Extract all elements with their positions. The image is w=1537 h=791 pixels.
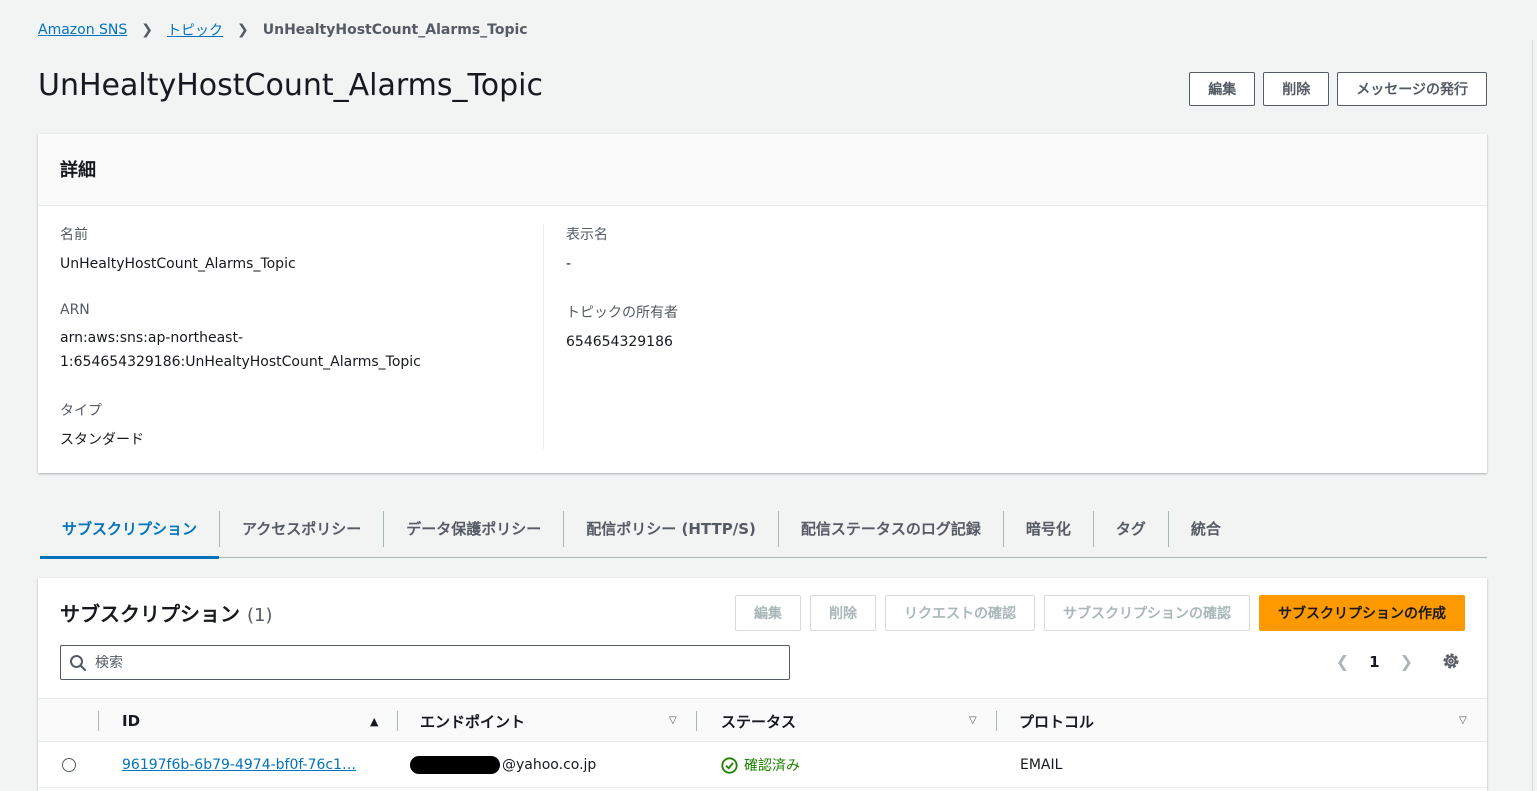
endpoint-value: @yahoo.co.jp [502,757,597,773]
owner-value: 654654329186 [566,334,673,350]
chevron-right-icon: ❯ [237,22,249,38]
arn-value-line1: arn:aws:sns:ap-northeast- [60,330,243,346]
tab-bar: サブスクリプション アクセスポリシー データ保護ポリシー 配信ポリシー (HTT… [40,500,1487,559]
tab-delivery-status-logging[interactable]: 配信ステータスのログ記録 [779,510,1004,547]
row-select-radio[interactable] [62,758,76,772]
column-separator [996,711,997,731]
sort-down-icon[interactable]: ▽ [669,715,677,726]
details-panel: 詳細 名前 UnHealtyHostCount_Alarms_Topic ARN… [38,134,1487,473]
column-divider [543,224,544,449]
table-header: ID ▲ エンドポイント ▽ ステータス ▽ プロトコル ▽ [38,698,1487,742]
name-label: 名前 [60,227,88,243]
search-input[interactable] [95,654,789,671]
tab-access-policy[interactable]: アクセスポリシー [219,510,385,547]
display-name-label: 表示名 [566,227,608,243]
search-field[interactable] [60,645,790,680]
tab-subscriptions[interactable]: サブスクリプション [40,511,220,559]
subscriptions-panel: サブスクリプション (1) 編集 削除 リクエストの確認 サブスクリプションの確… [38,578,1487,791]
tab-integrations[interactable]: 統合 [1169,511,1243,547]
subscriptions-count: (1) [246,605,273,626]
column-separator [397,711,398,731]
subscriptions-title: サブスクリプション (1) [60,598,272,627]
name-value: UnHealtyHostCount_Alarms_Topic [60,256,296,272]
chevron-right-icon: ❯ [141,22,154,38]
column-header-endpoint[interactable]: エンドポイント [420,699,525,743]
previous-page-icon[interactable]: ❮ [1336,652,1349,671]
page-edge [1532,40,1533,791]
sort-ascending-icon[interactable]: ▲ [370,715,378,728]
pagination: ❮ 1 ❯ [1336,652,1413,671]
protocol-value: EMAIL [1020,757,1063,773]
confirm-subscription-button[interactable]: サブスクリプションの確認 [1044,595,1250,631]
arn-value-line2: 1:654654329186:UnHealtyHostCount_Alarms_… [60,354,421,370]
subscriptions-title-text: サブスクリプション [60,602,240,626]
redacted-block [410,756,500,774]
search-icon [70,654,87,671]
subscription-id-link[interactable]: 96197f6b-6b79-4974-bf0f-76c1… [122,742,356,788]
tab-data-protection-policy[interactable]: データ保護ポリシー [384,510,565,547]
breadcrumb-amazon-sns[interactable]: Amazon SNS [38,22,127,38]
check-circle-icon [721,756,738,774]
breadcrumb: Amazon SNS ❯ トピック ❯ UnHealtyHostCount_Al… [38,20,528,40]
publish-message-button[interactable]: メッセージの発行 [1337,72,1487,106]
delete-button[interactable]: 削除 [1263,72,1330,106]
breadcrumb-topics[interactable]: トピック [167,20,223,40]
header-actions: 編集 削除 メッセージの発行 [1189,72,1487,106]
breadcrumb-current: UnHealtyHostCount_Alarms_Topic [262,22,528,38]
next-page-icon[interactable]: ❯ [1400,652,1413,671]
tab-delivery-policy[interactable]: 配信ポリシー (HTTP/S) [564,510,779,547]
subscription-edit-button[interactable]: 編集 [735,595,801,631]
create-subscription-button[interactable]: サブスクリプションの作成 [1259,595,1465,631]
current-page[interactable]: 1 [1369,653,1379,671]
request-confirmation-button[interactable]: リクエストの確認 [885,595,1035,631]
owner-label: トピックの所有者 [566,305,678,321]
subscription-delete-button[interactable]: 削除 [810,595,876,631]
settings-gear-icon[interactable] [1441,651,1461,675]
endpoint-cell: @yahoo.co.jp [410,742,596,788]
status-value: 確認済み [744,758,800,774]
column-header-protocol[interactable]: プロトコル [1019,699,1094,743]
details-title: 詳細 [38,134,1487,206]
display-name-value: - [566,256,572,272]
tab-tags[interactable]: タグ [1094,510,1169,547]
type-value: スタンダード [60,432,144,448]
status-cell: 確認済み [721,742,800,788]
arn-label: ARN [60,302,90,318]
edit-button[interactable]: 編集 [1189,72,1256,106]
column-header-id[interactable]: ID [122,699,140,743]
tab-encryption[interactable]: 暗号化 [1004,510,1094,547]
column-separator [98,711,99,731]
sort-down-icon[interactable]: ▽ [1459,715,1467,726]
subscriptions-actions: 編集 削除 リクエストの確認 サブスクリプションの確認 サブスクリプションの作成 [735,595,1465,631]
column-separator [696,711,697,731]
sort-down-icon[interactable]: ▽ [969,715,977,726]
column-header-status[interactable]: ステータス [721,699,796,743]
table-row[interactable]: 96197f6b-6b79-4974-bf0f-76c1… @yahoo.co.… [38,742,1487,788]
type-label: タイプ [60,403,102,419]
page-title: UnHealtyHostCount_Alarms_Topic [38,68,543,103]
